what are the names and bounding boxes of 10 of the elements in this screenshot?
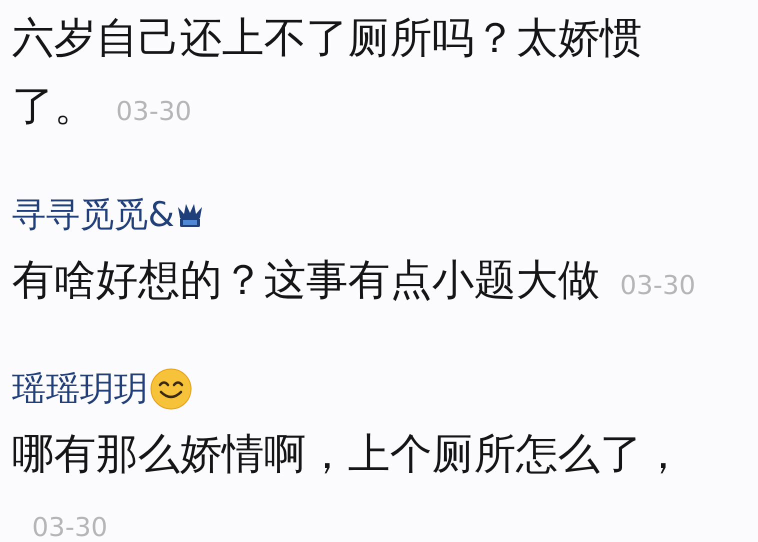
comment-time: 03-30 [116,96,192,129]
username[interactable]: 寻寻觅觅& [12,192,175,238]
comment-time: 03-30 [620,270,696,303]
comment-text: 了。 [12,81,96,130]
comment-text: 有啥好想的？这事有点小题大做 [12,255,600,304]
comment-text: 哪有那么娇情啊，上个厕所怎么了， [12,429,684,478]
smiley-icon [150,368,192,410]
comment-text: 六岁自己还上不了厕所吗？太娇惯 [12,13,642,62]
comment-time: 03-30 [32,512,108,542]
username[interactable]: 瑶瑶玥玥 [12,366,148,412]
